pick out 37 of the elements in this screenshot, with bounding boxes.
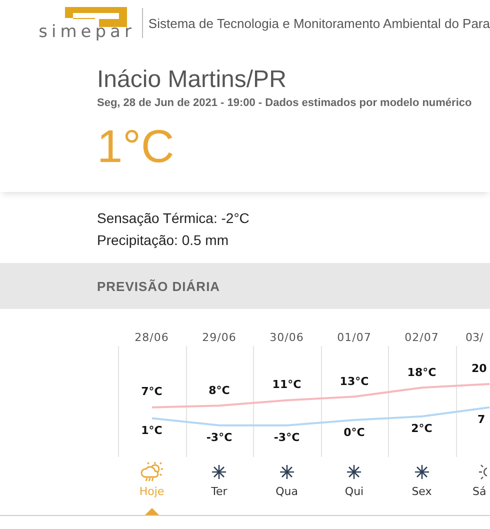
star-icon	[347, 465, 362, 479]
min-temperature: 1°C	[140, 423, 164, 440]
min-temperature: -3°C	[205, 430, 234, 446]
min-temperature: 0°C	[342, 425, 366, 441]
detail-text: Sensação Térmica: -2°C	[97, 209, 250, 228]
star-icon	[280, 465, 294, 479]
min-temperature: 7	[476, 412, 486, 428]
weekday-tab[interactable]: Qua	[276, 485, 298, 498]
section-title: PREVISÃO DIÁRIA	[97, 278, 220, 294]
weekday-tab[interactable]: Qui	[344, 485, 364, 498]
detail-text: Precipitação: 0.5 mm	[97, 231, 230, 250]
date-label: 28/06	[134, 330, 170, 346]
location-title: Inácio Martins/PR	[97, 66, 288, 94]
rain-sun-icon	[140, 461, 164, 483]
date-label: 03/	[464, 330, 484, 346]
date-label: 30/06	[268, 330, 305, 346]
site-title: Sistema de Tecnologia e Monitoramento Ambiental do Para	[148, 16, 490, 30]
star-icon	[414, 465, 429, 479]
weekday-tab[interactable]: Sá	[472, 485, 486, 498]
date-label: 01/07	[336, 330, 372, 346]
max-temperature: 7°C	[140, 384, 164, 400]
date-label: 29/06	[201, 330, 238, 346]
weekday-tab[interactable]: Sex	[412, 485, 432, 498]
star-icon	[212, 465, 226, 479]
max-temperature: 11°C	[271, 377, 302, 394]
weekday-tab[interactable]: Ter	[211, 485, 228, 498]
sun-icon	[478, 463, 486, 481]
max-temperature: 13°C	[338, 374, 370, 390]
min-temperature: 2°C	[410, 421, 434, 438]
min-temperature: -3°C	[272, 430, 301, 446]
location-subtitle: Seg, 28 de Jun de 2021 - 19:00 - Dados estimados por modelo numérico	[97, 97, 473, 109]
logo-text: simepar	[38, 24, 136, 40]
max-temperature: 20	[470, 361, 488, 377]
max-temperature: 8°C	[208, 382, 231, 399]
current-temperature: 1°C	[97, 121, 176, 171]
max-temperature: 18°C	[406, 364, 438, 381]
date-label: 02/07	[404, 330, 440, 346]
